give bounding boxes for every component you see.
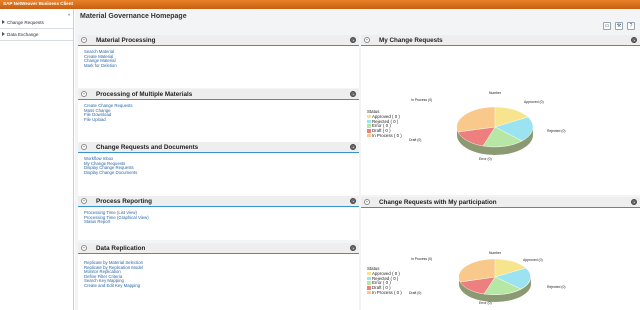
sidebar-item-label: Change Requests <box>7 20 44 25</box>
collapse-icon[interactable]: - <box>81 37 87 43</box>
pie-label-draft: Draft (0) <box>409 138 422 142</box>
legend-swatch <box>367 290 371 295</box>
page-header: Material Governance Homepage ▭ ⚒ ? <box>75 9 640 34</box>
panel-title: Change Requests with My participation <box>379 198 497 206</box>
sidebar-item-data-exchange[interactable]: Data Exchange <box>0 29 73 41</box>
legend-label: In Process ( 0 ) <box>372 133 402 139</box>
pie-label-number: Number <box>489 91 502 95</box>
panel-title: Processing of Multiple Materials <box>96 90 193 98</box>
chart-legend: Status Approved ( 0 ) Rejected ( 0 ) Err… <box>367 266 402 296</box>
pie-label-error: Error (0) <box>479 157 492 161</box>
panel-header: - Data Replication <box>78 243 359 254</box>
panel-header: - Material Processing <box>78 35 359 46</box>
legend-swatch <box>367 133 371 138</box>
sidebar: « Change Requests Data Exchange <box>0 9 74 310</box>
link-list: Create Change Requests Mass Change File … <box>84 103 133 123</box>
legend-swatch <box>367 129 371 133</box>
wrench-icon[interactable]: ⚒ <box>615 22 623 30</box>
collapse-icon[interactable]: - <box>81 144 87 150</box>
panel-processing-multiple-materials: - Processing of Multiple Materials Creat… <box>78 89 359 142</box>
pie-label-number: Number <box>489 251 502 255</box>
panel-data-replication: - Data Replication Replicate by Material… <box>78 243 359 310</box>
link-list: Search Material Create Material Change M… <box>84 49 117 69</box>
collapse-icon[interactable]: - <box>364 199 370 205</box>
panel-title: Process Reporting <box>96 197 152 205</box>
page-title: Material Governance Homepage <box>80 13 187 20</box>
legend-label: In Process ( 0 ) <box>372 290 402 296</box>
gear-icon[interactable] <box>350 198 356 204</box>
panel-header: - My Change Requests <box>361 35 640 46</box>
main-content: Material Governance Homepage ▭ ⚒ ? - Mat… <box>75 9 640 310</box>
legend-item: In Process ( 0 ) <box>367 290 402 296</box>
collapse-icon[interactable]: - <box>81 91 87 97</box>
link-list: Workflow Inbox My Change Requests Displa… <box>84 156 137 176</box>
legend-item: In Process ( 0 ) <box>367 133 402 139</box>
gear-icon[interactable] <box>350 245 356 251</box>
link-list: Processing Time (List View) Processing T… <box>84 210 149 225</box>
pie-label-approved: Approved (0) <box>523 258 543 262</box>
panel-header: - Change Requests with My participation <box>361 197 640 208</box>
pie-label-rejected: Rejected (0) <box>547 285 566 289</box>
pie-label-in-process: In Process (0) <box>411 257 433 261</box>
legend-swatch <box>367 276 371 281</box>
link-display-change-documents[interactable]: Display Change Documents <box>84 170 137 176</box>
legend-swatch <box>367 119 371 124</box>
panel-header: - Processing of Multiple Materials <box>78 89 359 100</box>
panel-title: Data Replication <box>96 244 146 252</box>
panel-process-reporting: - Process Reporting Processing Time (Lis… <box>78 196 359 240</box>
pie-label-error: Error (0) <box>479 301 492 305</box>
collapse-icon[interactable]: - <box>364 37 370 43</box>
legend-swatch <box>367 114 371 119</box>
chart-legend: Status Approved ( 0 ) Rejected ( 0 ) Err… <box>367 109 402 139</box>
legend-swatch <box>367 286 371 290</box>
panel-title: Material Processing <box>96 36 156 44</box>
triangle-right-icon <box>2 20 5 24</box>
printer-icon[interactable]: ▭ <box>603 22 611 30</box>
link-mark-for-deletion[interactable]: Mark for Deletion <box>84 63 117 69</box>
pie-label-in-process: In Process (0) <box>411 98 433 102</box>
link-file-upload[interactable]: File Upload <box>84 117 133 123</box>
link-status-report[interactable]: Status Report <box>84 220 149 225</box>
gear-icon[interactable] <box>350 37 356 43</box>
triangle-right-icon <box>2 32 5 36</box>
link-list: Replicate by Material Selection Replicat… <box>84 260 143 289</box>
panel-title: Change Requests and Documents <box>96 143 199 151</box>
collapse-icon[interactable]: - <box>81 245 87 251</box>
panel-header: - Process Reporting <box>78 196 359 207</box>
sidebar-item-label: Data Exchange <box>7 32 39 37</box>
panel-material-processing: - Material Processing Search Material Cr… <box>78 35 359 88</box>
panel-header: - Change Requests and Documents <box>78 142 359 153</box>
panel-my-change-requests: - My Change Requests Status Approved ( 0… <box>361 35 640 195</box>
legend-swatch <box>367 271 371 276</box>
panel-title: My Change Requests <box>379 36 443 44</box>
sidebar-item-change-requests[interactable]: Change Requests <box>0 17 73 29</box>
panel-change-requests-participation: - Change Requests with My participation … <box>361 197 640 310</box>
gear-icon[interactable] <box>350 91 356 97</box>
pie-label-rejected: Rejected (0) <box>547 129 566 133</box>
pie-label-approved: Approved (0) <box>524 100 544 104</box>
gear-icon[interactable] <box>631 199 637 205</box>
pie-label-draft: Draft (0) <box>409 291 422 295</box>
link-create-edit-key-mapping[interactable]: Create and Edit Key Mapping <box>84 283 143 289</box>
legend-swatch <box>367 281 371 285</box>
legend-swatch <box>367 124 371 128</box>
pie-chart-my-change-requests <box>456 106 534 155</box>
app-title: SAP NetWeaver Business Client <box>3 1 74 6</box>
gear-icon[interactable] <box>350 144 356 150</box>
title-bar: SAP NetWeaver Business Client <box>0 0 640 9</box>
collapse-icon[interactable]: - <box>81 198 87 204</box>
help-icon[interactable]: ? <box>627 22 635 30</box>
gear-icon[interactable] <box>631 37 637 43</box>
panel-change-requests-documents: - Change Requests and Documents Workflow… <box>78 142 359 196</box>
